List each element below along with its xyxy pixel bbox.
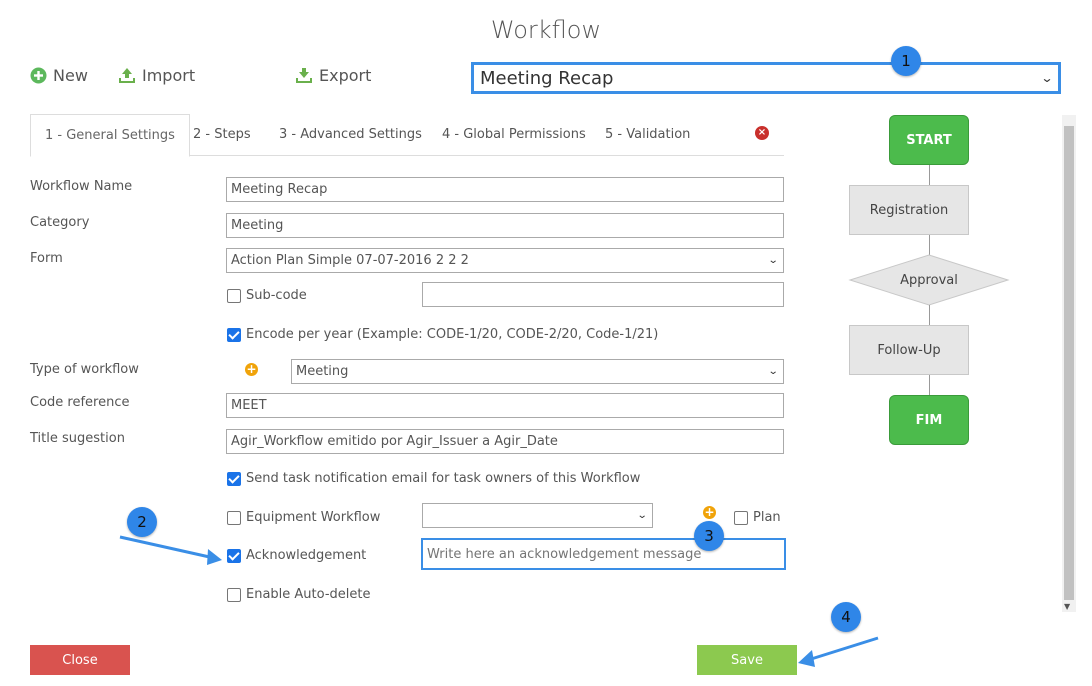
auto-delete-checkbox[interactable]	[227, 588, 241, 602]
scroll-down-arrow-icon[interactable]: ▼	[1064, 602, 1070, 611]
tab-global-permissions[interactable]: 4 - Global Permissions	[442, 114, 586, 156]
tab-advanced-settings[interactable]: 3 - Advanced Settings	[279, 114, 422, 156]
form-label: Form	[30, 251, 63, 266]
title-suggestion-input[interactable]: Agir_Workflow emitido por Agir_Issuer a …	[226, 429, 784, 454]
equipment-workflow-checkbox[interactable]	[227, 511, 241, 525]
flow-connector	[929, 235, 930, 255]
workflow-name-input[interactable]: Meeting Recap	[226, 177, 784, 202]
equipment-workflow-label: Equipment Workflow	[246, 510, 381, 525]
subcode-checkbox[interactable]	[227, 289, 241, 303]
page-title: Workflow	[490, 16, 602, 44]
export-label: Export	[319, 66, 372, 85]
title-suggestion-label: Title sugestion	[30, 431, 125, 446]
send-task-notification-checkbox[interactable]	[227, 472, 241, 486]
import-button[interactable]: Import	[118, 66, 195, 85]
save-button[interactable]: Save	[697, 645, 797, 675]
workflow-name-label: Workflow Name	[30, 179, 133, 194]
callout-arrow-2	[119, 535, 222, 565]
flow-end[interactable]: FIM	[889, 395, 969, 445]
equipment-workflow-select[interactable]: ⌄	[422, 503, 653, 528]
tab-general-settings[interactable]: 1 - General Settings	[30, 114, 190, 157]
flow-step-registration[interactable]: Registration	[849, 185, 969, 235]
flow-step-follow-up[interactable]: Follow-Up	[849, 325, 969, 375]
scrollbar-thumb[interactable]	[1064, 126, 1074, 600]
callout-arrow-4	[798, 636, 879, 667]
workflow-select-value: Meeting Recap	[480, 67, 614, 89]
flow-step-approval: Approval	[900, 272, 958, 288]
flow-connector	[929, 375, 930, 395]
tab-validation[interactable]: 5 - Validation	[605, 114, 690, 156]
new-label: New	[53, 66, 88, 85]
form-select-value: Action Plan Simple 07-07-2016 2 2 2	[231, 253, 469, 268]
type-of-workflow-value: Meeting	[296, 364, 349, 379]
export-button[interactable]: Export	[295, 66, 371, 85]
subcode-input[interactable]	[422, 282, 784, 307]
import-label: Import	[142, 66, 196, 85]
category-input[interactable]: Meeting	[226, 213, 784, 238]
code-reference-input[interactable]: MEET	[226, 393, 784, 418]
plan-checkbox[interactable]	[734, 511, 748, 525]
workflow-select[interactable]: Meeting Recap ⌄	[471, 62, 1061, 94]
encode-per-year-label: Encode per year (Example: CODE-1/20, COD…	[246, 327, 659, 342]
subcode-label: Sub-code	[246, 288, 307, 303]
download-icon	[295, 67, 313, 84]
add-type-icon[interactable]: +	[245, 363, 258, 376]
type-of-workflow-label: Type of workflow	[30, 362, 139, 377]
close-button[interactable]: Close	[30, 645, 130, 675]
add-equipment-icon[interactable]: +	[703, 506, 716, 519]
callout-badge-4: 4	[831, 602, 861, 632]
acknowledgement-label: Acknowledgement	[246, 548, 367, 563]
flow-start[interactable]: START	[889, 115, 969, 165]
tab-bar: 1 - General Settings 2 - Steps 3 - Advan…	[30, 114, 784, 157]
upload-icon	[118, 67, 136, 84]
new-button[interactable]: New	[30, 66, 88, 85]
form-select[interactable]: Action Plan Simple 07-07-2016 2 2 2 ⌄	[226, 248, 784, 273]
encode-per-year-checkbox[interactable]	[227, 328, 241, 342]
close-circle-icon[interactable]: ×	[755, 126, 769, 140]
chevron-down-icon: ⌄	[767, 255, 779, 266]
flow-connector	[929, 305, 930, 325]
chevron-down-icon: ⌄	[767, 366, 779, 377]
plus-circle-icon	[30, 67, 47, 84]
tab-steps[interactable]: 2 - Steps	[193, 114, 251, 156]
auto-delete-label: Enable Auto-delete	[246, 587, 371, 602]
code-reference-label: Code reference	[30, 395, 130, 410]
callout-badge-1: 1	[891, 46, 921, 76]
category-label: Category	[30, 215, 90, 230]
chevron-down-icon: ⌄	[1040, 71, 1054, 85]
send-task-notification-label: Send task notification email for task ow…	[246, 471, 641, 486]
flow-connector	[929, 165, 930, 185]
chevron-down-icon: ⌄	[636, 510, 648, 521]
plan-label: Plan	[753, 510, 781, 525]
callout-badge-3: 3	[694, 521, 724, 551]
acknowledgement-message-input[interactable]	[421, 538, 786, 570]
type-of-workflow-select[interactable]: Meeting ⌄	[291, 359, 784, 384]
